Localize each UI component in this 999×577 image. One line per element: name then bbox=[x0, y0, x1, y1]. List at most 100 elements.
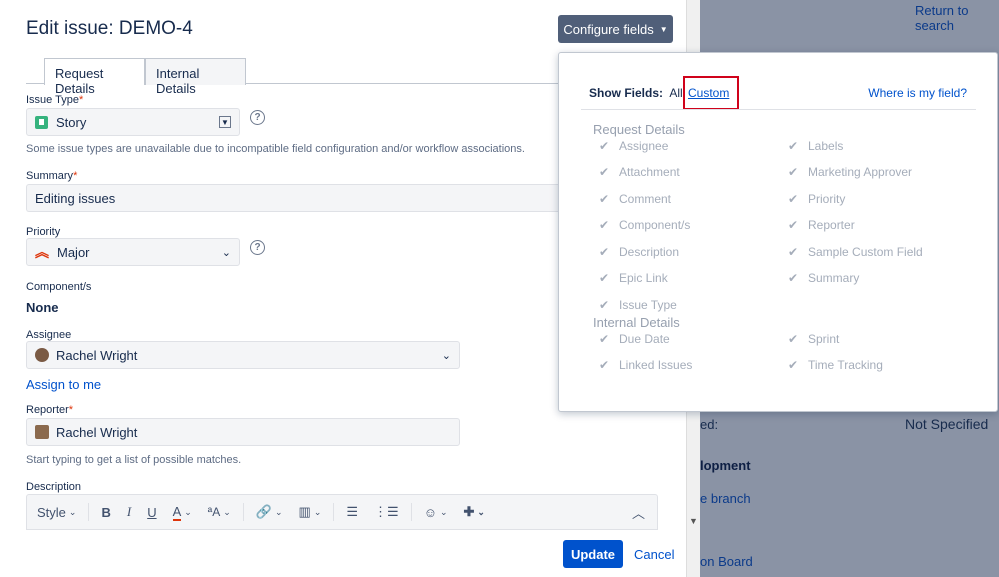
summary-label: Summary* bbox=[26, 170, 77, 182]
cancel-link[interactable]: Cancel bbox=[634, 547, 674, 562]
field-checkbox[interactable]: ✔ Summary bbox=[788, 271, 859, 285]
reporter-help: Start typing to get a list of possible m… bbox=[26, 454, 242, 466]
tab-request-details[interactable]: Request Details bbox=[44, 58, 145, 96]
assign-to-me-link[interactable]: Assign to me bbox=[26, 377, 101, 392]
help-icon[interactable]: ? bbox=[250, 110, 265, 125]
field-checkbox[interactable]: ✔ Component/s bbox=[599, 218, 690, 232]
bullet-list-icon[interactable]: ☰ bbox=[338, 504, 366, 520]
field-checkbox[interactable]: ✔ Description bbox=[599, 245, 679, 259]
field-checkbox[interactable]: ✔ Marketing Approver bbox=[788, 165, 912, 179]
field-label: Component/s bbox=[619, 218, 691, 232]
components-value[interactable]: None bbox=[26, 300, 59, 315]
show-all-option[interactable]: All bbox=[669, 86, 682, 100]
check-icon: ✔ bbox=[599, 165, 610, 179]
check-icon: ✔ bbox=[599, 245, 610, 259]
field-label: Assignee bbox=[619, 139, 669, 153]
field-checkbox[interactable]: ✔ Sample Custom Field bbox=[788, 245, 923, 259]
field-checkbox[interactable]: ✔ Labels bbox=[788, 139, 843, 153]
divider bbox=[333, 503, 335, 521]
field-label: Comment bbox=[619, 192, 672, 206]
configure-fields-popover: Show Fields: All Custom Where is my fiel… bbox=[558, 52, 998, 412]
field-label: Marketing Approver bbox=[808, 165, 913, 179]
text-color-icon[interactable]: A ⌄ bbox=[165, 504, 200, 521]
field-checkbox[interactable]: ✔ Issue Type bbox=[599, 298, 677, 312]
text-format-icon[interactable]: ªA ⌄ bbox=[200, 505, 239, 519]
divider bbox=[88, 503, 90, 521]
field-label: Sample Custom Field bbox=[808, 245, 923, 259]
chevron-down-icon: ▼ bbox=[659, 24, 668, 34]
board-link[interactable]: on Board bbox=[700, 554, 753, 569]
reporter-input[interactable]: Rachel Wright bbox=[26, 418, 460, 446]
help-icon[interactable]: ? bbox=[250, 240, 265, 255]
not-specified-value: Not Specified bbox=[905, 416, 989, 432]
field-label: Due Date bbox=[619, 332, 670, 346]
style-dropdown[interactable]: Style ⌄ bbox=[27, 505, 84, 520]
summary-label-text: Summary bbox=[26, 170, 74, 182]
issue-type-select[interactable]: Story ▼ bbox=[26, 108, 240, 136]
attachment-icon[interactable]: ▥ ⌄ bbox=[291, 504, 330, 520]
check-icon: ✔ bbox=[788, 139, 799, 153]
emoji-icon[interactable]: ☺ ⌄ bbox=[416, 505, 456, 520]
story-icon bbox=[35, 115, 48, 129]
field-checkbox[interactable]: ✔ Sprint bbox=[788, 332, 839, 346]
check-icon: ✔ bbox=[788, 358, 799, 372]
assignee-label: Assignee bbox=[26, 329, 72, 341]
assignee-select[interactable]: Rachel Wright ⌄ bbox=[26, 341, 460, 369]
check-icon: ✔ bbox=[599, 298, 610, 312]
link-icon[interactable]: 🔗 ⌄ bbox=[248, 504, 291, 520]
group-internal-details: Internal Details bbox=[593, 315, 680, 330]
field-checkbox[interactable]: ✔ Time Tracking bbox=[788, 358, 883, 372]
configure-fields-button[interactable]: Configure fields ▼ bbox=[558, 15, 673, 43]
check-icon: ✔ bbox=[788, 271, 799, 285]
avatar bbox=[35, 425, 49, 439]
reporter-label: Reporter* bbox=[26, 404, 73, 416]
numbered-list-icon[interactable]: ⋮☰ bbox=[366, 504, 407, 520]
field-checkbox[interactable]: ✔ Attachment bbox=[599, 165, 680, 179]
bold-icon[interactable]: B bbox=[93, 505, 118, 520]
field-checkbox[interactable]: ✔ Epic Link bbox=[599, 271, 668, 285]
italic-icon[interactable]: I bbox=[119, 504, 139, 520]
issue-type-label-text: Issue Type bbox=[26, 94, 79, 106]
issue-type-value: Story bbox=[56, 114, 87, 130]
chevron-down-icon: ⌄ bbox=[221, 247, 231, 259]
check-icon: ✔ bbox=[599, 332, 610, 346]
check-icon: ✔ bbox=[599, 139, 610, 153]
divider bbox=[410, 503, 412, 521]
field-checkbox[interactable]: ✔ Linked Issues bbox=[599, 358, 692, 372]
check-icon: ✔ bbox=[788, 245, 799, 259]
collapse-toolbar-icon[interactable]: ︿ bbox=[624, 503, 657, 522]
chevron-down-icon: ⌄ bbox=[68, 506, 77, 517]
field-label: Time Tracking bbox=[808, 358, 883, 372]
background-field-label: ed: bbox=[700, 417, 719, 432]
scroll-down-icon[interactable]: ▼ bbox=[689, 516, 698, 526]
summary-value: Editing issues bbox=[35, 190, 116, 206]
show-custom-option[interactable]: Custom bbox=[688, 86, 729, 100]
field-checkbox[interactable]: ✔ Comment bbox=[599, 192, 671, 206]
tab-internal-details[interactable]: Internal Details bbox=[145, 58, 246, 96]
create-branch-link[interactable]: e branch bbox=[700, 491, 751, 506]
return-to-search-link[interactable]: Return to search bbox=[915, 3, 999, 33]
update-button[interactable]: Update bbox=[563, 540, 623, 568]
field-label: Reporter bbox=[808, 218, 855, 232]
show-fields-row: Show Fields: All bbox=[589, 86, 683, 100]
dialog-title: Edit issue: DEMO-4 bbox=[26, 18, 193, 39]
field-checkbox[interactable]: ✔ Priority bbox=[788, 192, 845, 206]
field-label: Epic Link bbox=[619, 271, 668, 285]
avatar bbox=[35, 348, 49, 362]
field-label: Labels bbox=[808, 139, 844, 153]
check-icon: ✔ bbox=[788, 192, 799, 206]
field-checkbox[interactable]: ✔ Reporter bbox=[788, 218, 855, 232]
priority-select[interactable]: ︽ Major ⌄ bbox=[26, 238, 240, 266]
insert-plus-icon[interactable]: ✚ ⌄ bbox=[456, 504, 493, 520]
field-checkbox[interactable]: ✔ Assignee bbox=[599, 139, 668, 153]
assignee-value: Rachel Wright bbox=[56, 347, 138, 363]
where-is-my-field-link[interactable]: Where is my field? bbox=[868, 86, 967, 100]
field-checkbox[interactable]: ✔ Due Date bbox=[599, 332, 670, 346]
required-marker: * bbox=[79, 94, 84, 106]
underline-icon[interactable]: U bbox=[139, 505, 164, 520]
summary-input[interactable]: Editing issues bbox=[26, 184, 566, 212]
components-label: Component/s bbox=[26, 281, 92, 293]
check-icon: ✔ bbox=[599, 192, 610, 206]
select-arrow-icon: ▼ bbox=[219, 116, 231, 128]
reporter-label-text: Reporter bbox=[26, 404, 69, 416]
